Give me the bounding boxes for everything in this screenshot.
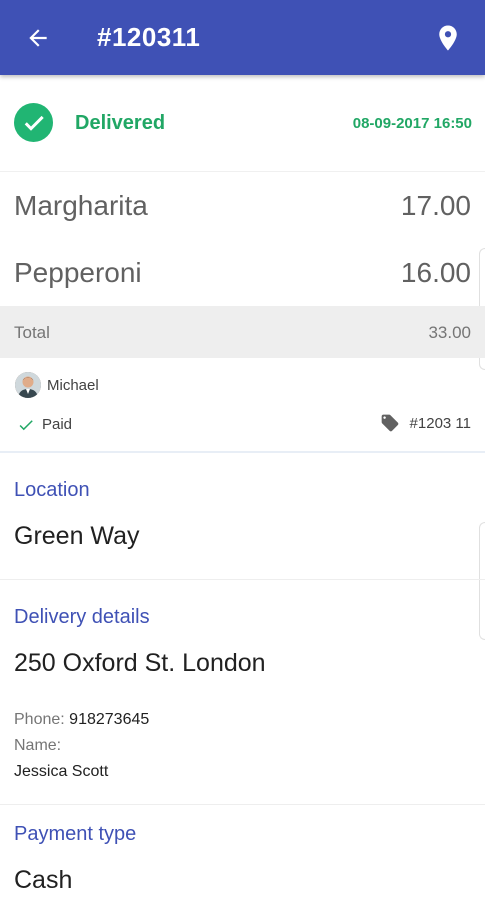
item-price: 16.00: [400, 257, 471, 288]
user-name: Michael: [47, 377, 99, 394]
location-value: Green Way: [14, 522, 140, 550]
arrow-back-icon: [29, 29, 47, 47]
total-value: 33.00: [428, 323, 471, 342]
phone-label: Phone:: [14, 711, 65, 728]
total-row: Total 33.00: [0, 306, 485, 358]
phone-value[interactable]: 918273645: [69, 711, 149, 728]
avatar: [15, 372, 41, 398]
delivery-name-label: Name:: [14, 737, 62, 754]
scroll-edge-hint: [479, 522, 485, 640]
app-bar: #120311: [0, 0, 485, 75]
delivery-address: 250 Oxford St. London: [14, 649, 266, 677]
item-price: 17.00: [400, 190, 471, 221]
payment-type-label: Payment type: [14, 823, 137, 845]
delivery-details-label: Delivery details: [14, 606, 150, 628]
check-circle-icon: [14, 103, 53, 142]
order-meta: Michael Paid #1203 11: [0, 358, 485, 453]
map-pin-icon: [439, 25, 457, 51]
back-button[interactable]: [22, 22, 54, 54]
check-icon: [19, 420, 33, 431]
order-status-row: Delivered 08-09-2017 16:50: [0, 75, 485, 172]
location-button[interactable]: [428, 18, 468, 58]
total-label: Total: [14, 323, 50, 342]
item-name: Pepperoni: [14, 257, 142, 288]
list-item[interactable]: Margharita 17.00: [0, 173, 485, 239]
list-item[interactable]: Pepperoni 16.00: [0, 240, 485, 306]
payment-type-value: Cash: [14, 866, 73, 894]
status-datetime: 08-09-2017 16:50: [352, 115, 472, 132]
location-label: Location: [14, 479, 90, 501]
order-number-title: #120311: [97, 22, 201, 52]
divider: [0, 804, 485, 805]
delivery-name: Jessica Scott: [14, 763, 109, 780]
item-name: Margharita: [14, 190, 148, 221]
status-label: Delivered: [75, 112, 166, 134]
delivery-phone: Phone: 918273645: [14, 711, 149, 729]
payment-status: Paid: [42, 416, 73, 433]
divider: [0, 579, 485, 580]
order-tag: #1203 11: [409, 415, 471, 432]
tag-icon: [381, 414, 399, 432]
